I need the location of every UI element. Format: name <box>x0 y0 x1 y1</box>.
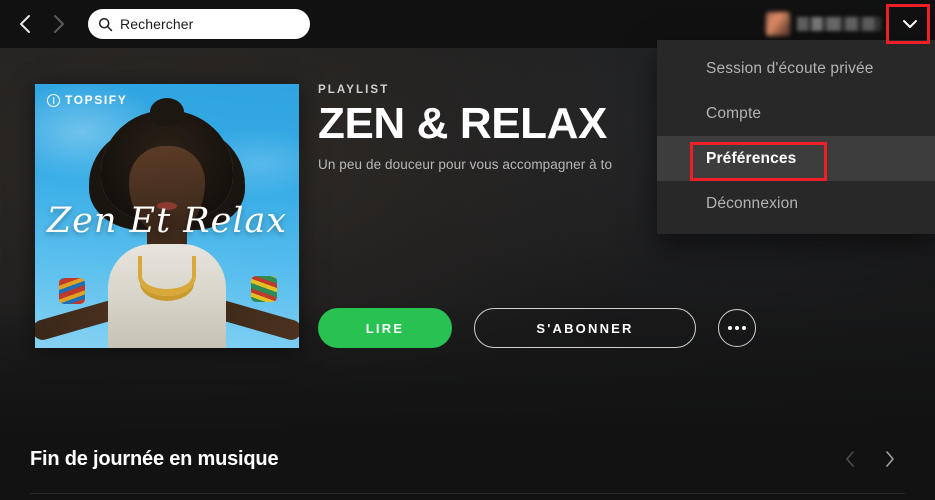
chevron-right-icon <box>886 451 894 467</box>
topsify-logo-icon <box>47 93 60 107</box>
profile-dropdown-menu: Session d'écoute privée Compte Préférenc… <box>657 40 935 234</box>
cover-figure-bangle-right <box>251 276 277 302</box>
section-divider <box>30 493 905 494</box>
search-icon <box>98 17 113 32</box>
content-section: Fin de journée en musique <box>0 438 935 500</box>
search-input[interactable]: Rechercher <box>88 9 310 39</box>
chevron-down-icon <box>903 20 917 28</box>
spotify-app-window: Rechercher Session d'écoute privée Compt… <box>0 0 935 500</box>
forward-button[interactable] <box>42 7 76 41</box>
avatar <box>766 12 790 36</box>
menu-item-logout[interactable]: Déconnexion <box>657 181 935 226</box>
playlist-meta: PLAYLIST ZEN & RELAX Un peu de douceur p… <box>318 84 612 172</box>
more-options-icon <box>742 326 746 330</box>
history-nav <box>8 7 76 41</box>
menu-item-account[interactable]: Compte <box>657 91 935 136</box>
menu-item-label: Préférences <box>706 149 797 167</box>
topsify-logo-word: TOPSIFY <box>65 93 128 107</box>
play-button[interactable]: LIRE <box>318 308 452 348</box>
more-options-icon <box>735 326 739 330</box>
section-next-button[interactable] <box>877 446 903 472</box>
cover-figure-bangle-left <box>59 278 85 304</box>
topsify-logo: TOPSIFY <box>47 93 127 107</box>
section-carousel-nav <box>837 446 903 472</box>
cover-figure-hair-tuft <box>150 98 184 126</box>
section-title: Fin de journée en musique <box>30 448 279 470</box>
menu-item-preferences[interactable]: Préférences <box>657 136 935 181</box>
menu-item-label: Session d'écoute privée <box>706 59 874 77</box>
menu-item-private-session[interactable]: Session d'écoute privée <box>657 46 935 91</box>
playlist-actions: LIRE S'ABONNER <box>318 308 756 348</box>
more-options-button[interactable] <box>718 309 756 347</box>
more-options-icon <box>728 326 732 330</box>
playlist-type-label: PLAYLIST <box>318 84 390 96</box>
chevron-right-icon <box>54 15 64 33</box>
user-menu-trigger[interactable] <box>766 7 935 41</box>
menu-item-label: Compte <box>706 104 762 122</box>
back-button[interactable] <box>8 7 42 41</box>
cover-figure-necklace <box>138 256 196 296</box>
playlist-description: Un peu de douceur pour vous accompagner … <box>318 156 613 172</box>
menu-item-label: Déconnexion <box>706 194 799 212</box>
section-prev-button[interactable] <box>837 446 863 472</box>
chevron-left-icon <box>846 451 854 467</box>
username-blurred <box>797 17 881 31</box>
follow-button[interactable]: S'ABONNER <box>474 308 696 348</box>
chevron-left-icon <box>20 15 30 33</box>
search-input-value: Rechercher <box>120 16 194 32</box>
profile-dropdown-button[interactable] <box>893 7 927 41</box>
cover-script-text: Zen Et Relax <box>46 201 288 241</box>
page-title: ZEN & RELAX <box>318 99 607 148</box>
playlist-cover-art[interactable]: TOPSIFY Zen Et Relax <box>35 84 299 348</box>
